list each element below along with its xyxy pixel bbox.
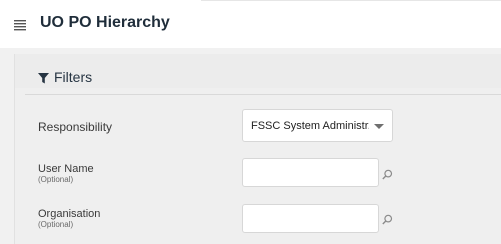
user-name-label: User Name [38, 163, 94, 175]
organisation-label: Organisation [38, 208, 101, 220]
search-icon[interactable] [382, 167, 393, 180]
responsibility-label: Responsibility [38, 120, 113, 134]
search-icon[interactable] [382, 212, 393, 225]
organisation-input[interactable] [242, 204, 379, 233]
chevron-down-icon [374, 124, 384, 129]
responsibility-select-value: FSSC System Administr... [251, 120, 369, 132]
user-name-input[interactable] [242, 158, 379, 187]
organisation-optional-label: (Optional) [38, 220, 74, 229]
page-title: UO PO Hierarchy [40, 14, 170, 31]
filters-title: Filters [54, 69, 93, 85]
responsibility-select[interactable]: FSSC System Administr... [242, 109, 393, 142]
hamburger-menu-icon[interactable] [14, 18, 26, 31]
filter-icon [38, 71, 49, 84]
main-content: Filters Responsibility FSSC System Admin… [0, 48, 501, 244]
panel-divider [25, 94, 501, 95]
filters-panel-header[interactable]: Filters [15, 54, 501, 88]
app-header: UO PO Hierarchy [0, 0, 501, 48]
user-name-optional-label: (Optional) [38, 175, 74, 184]
filters-panel: Filters Responsibility FSSC System Admin… [14, 54, 501, 244]
header-divider [201, 0, 501, 1]
